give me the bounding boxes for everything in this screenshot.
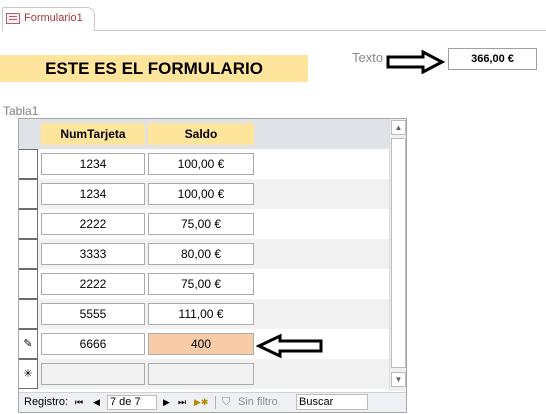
record-selector[interactable]	[19, 239, 38, 269]
navigation-divider	[215, 396, 216, 409]
filter-icon[interactable]: ⛉	[222, 396, 230, 409]
document-tab-bar: Formulario1	[0, 0, 546, 31]
scroll-thumb[interactable]	[391, 138, 406, 368]
record-position-input[interactable]: 7 de 7	[107, 395, 157, 410]
saldo-field-new[interactable]	[148, 363, 254, 385]
numtarjeta-field[interactable]: 1234	[41, 183, 145, 205]
saldo-field-active[interactable]: 400	[148, 333, 254, 355]
subform-tabla1: NumTarjeta Saldo 1234 100,00 € 1234 100,…	[18, 118, 407, 413]
arrow-right-icon	[386, 50, 445, 74]
saldo-field[interactable]: 111,00 €	[148, 303, 254, 325]
texto-label: Texto	[352, 50, 384, 65]
filter-status-label[interactable]: Sin filtro	[238, 396, 278, 408]
new-record-row: ✳	[19, 359, 389, 389]
search-input[interactable]: Buscar	[296, 394, 368, 410]
tab-label: Formulario1	[24, 12, 83, 24]
numtarjeta-field[interactable]: 6666	[41, 333, 145, 355]
previous-record-icon[interactable]: ◀	[93, 397, 100, 408]
scroll-up-icon[interactable]: ▲	[391, 120, 406, 135]
numtarjeta-field[interactable]: 1234	[41, 153, 145, 175]
numtarjeta-field[interactable]: 2222	[41, 213, 145, 235]
record-selector[interactable]	[19, 269, 38, 299]
navigation-label: Registro:	[24, 396, 69, 408]
record-row-current: ✎ 6666 400	[19, 329, 389, 359]
record-row: 2222 75,00 €	[19, 209, 389, 239]
last-record-icon[interactable]: ⏭	[178, 397, 186, 408]
record-row: 1234 100,00 €	[19, 179, 389, 209]
record-list: 1234 100,00 € 1234 100,00 € 2222 75,00 €…	[19, 149, 389, 389]
numtarjeta-field[interactable]: 2222	[41, 273, 145, 295]
column-header-saldo: Saldo	[148, 123, 254, 145]
record-navigation-bar: Registro: ⏮ ◀ 7 de 7 ▶ ⏭ ▶✱ ⛉ Sin filtro…	[19, 392, 406, 412]
new-record-icon[interactable]: ✳	[19, 359, 38, 389]
scroll-down-icon[interactable]: ▼	[391, 372, 406, 387]
numtarjeta-field[interactable]: 5555	[41, 303, 145, 325]
column-header-numtarjeta: NumTarjeta	[41, 123, 145, 145]
vertical-scrollbar[interactable]: ▲ ▼	[389, 119, 406, 391]
column-header-band: NumTarjeta Saldo	[19, 119, 389, 149]
record-selector[interactable]	[19, 149, 38, 179]
tab-formulario1[interactable]: Formulario1	[2, 7, 95, 31]
saldo-field[interactable]: 75,00 €	[148, 213, 254, 235]
record-row: 3333 80,00 €	[19, 239, 389, 269]
form-title-label: ESTE ES EL FORMULARIO	[0, 55, 308, 82]
numtarjeta-field-new[interactable]	[41, 363, 145, 385]
saldo-field[interactable]: 100,00 €	[148, 153, 254, 175]
pencil-icon[interactable]: ✎	[19, 329, 38, 359]
form-icon	[6, 13, 20, 24]
tab-bar-divider	[95, 30, 546, 31]
record-row: 5555 111,00 €	[19, 299, 389, 329]
new-record-nav-icon[interactable]: ▶✱	[194, 397, 208, 408]
texto-field[interactable]: 366,00 €	[448, 48, 537, 70]
first-record-icon[interactable]: ⏮	[75, 397, 83, 408]
record-selector[interactable]	[19, 209, 38, 239]
record-selector[interactable]	[19, 299, 38, 329]
saldo-field[interactable]: 80,00 €	[148, 243, 254, 265]
saldo-field[interactable]: 75,00 €	[148, 273, 254, 295]
record-row: 2222 75,00 €	[19, 269, 389, 299]
numtarjeta-field[interactable]: 3333	[41, 243, 145, 265]
saldo-field[interactable]: 100,00 €	[148, 183, 254, 205]
arrow-left-icon	[256, 333, 323, 359]
record-selector[interactable]	[19, 179, 38, 209]
next-record-icon[interactable]: ▶	[163, 397, 170, 408]
record-row: 1234 100,00 €	[19, 149, 389, 179]
subform-label: Tabla1	[3, 104, 39, 118]
